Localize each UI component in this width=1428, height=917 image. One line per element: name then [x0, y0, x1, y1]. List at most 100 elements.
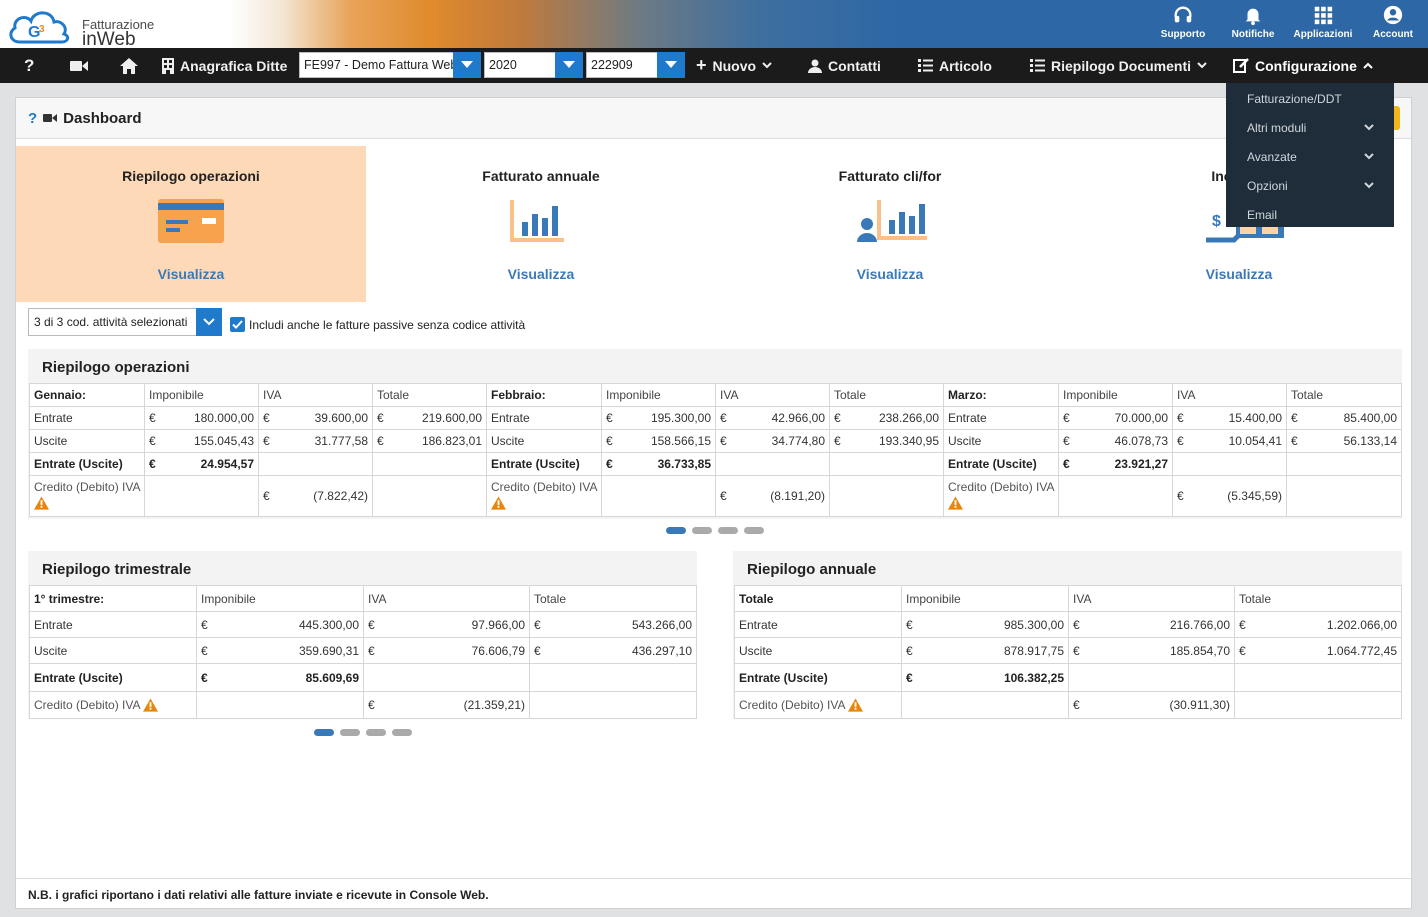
amount-cell: €445.300,00	[196, 611, 364, 638]
table-cell: Credito (Debito) IVA	[734, 691, 902, 719]
account-button[interactable]: Account	[1358, 0, 1428, 48]
amount-cell: €219.600,00	[372, 406, 487, 430]
home-button[interactable]	[120, 48, 138, 83]
table-cell: Totale	[1286, 383, 1402, 407]
credit-card-icon	[158, 199, 224, 243]
supporto-button[interactable]: Supporto	[1148, 0, 1218, 48]
table-cell	[196, 691, 364, 719]
riepilogo-annuale-section: Riepilogo annuale Totale Imponibile IVA Tot…	[733, 551, 1402, 719]
video-button[interactable]	[70, 48, 88, 83]
checkbox-checked-icon[interactable]	[230, 317, 245, 332]
table-row: 1° trimestre: Imponibile IVA Totale	[29, 585, 697, 612]
amount-cell: €31.777,58	[258, 429, 373, 453]
carousel-dot[interactable]	[366, 729, 386, 736]
articolo-button[interactable]: Articolo	[918, 48, 992, 83]
amount-cell: €46.078,73	[1058, 429, 1173, 453]
dropdown-item-fatturazione-ddt[interactable]: Fatturazione/DDT	[1226, 84, 1394, 113]
dropdown-item-avanzate[interactable]: Avanzate	[1226, 142, 1394, 171]
table-row-credito: Credito (Debito) IVA € (7.822,42) Credito (…	[29, 475, 1402, 517]
card-link[interactable]: Visualizza	[715, 266, 1065, 282]
nuovo-menu[interactable]: + Nuovo	[696, 48, 772, 83]
amount-cell: € (7.822,42)	[258, 475, 373, 517]
amount-cell: €36.733,85	[601, 452, 716, 476]
table-cell: Uscite	[29, 637, 197, 664]
video-camera-icon[interactable]	[43, 113, 58, 123]
table-cell: Entrate	[734, 611, 902, 638]
card-link[interactable]: Visualizza	[16, 266, 366, 282]
chevron-down-icon	[1364, 182, 1374, 189]
card-riepilogo-operazioni[interactable]: Riepilogo operazioni Visualizza	[16, 146, 366, 302]
notifiche-button[interactable]: Notifiche	[1218, 0, 1288, 48]
include-passive-checkbox[interactable]: Includi anche le fatture passive senza c…	[230, 317, 525, 332]
card-fatturato-annuale[interactable]: Fatturato annuale Visualizza	[366, 146, 716, 302]
dropdown-item-label: Email	[1247, 207, 1278, 222]
chevron-down-icon[interactable]	[657, 52, 685, 78]
dropdown-item-email[interactable]: Email	[1226, 200, 1394, 229]
contatti-button[interactable]: Contatti	[808, 48, 881, 83]
anagrafica-ditte-button[interactable]: Anagrafica Ditte	[162, 48, 287, 83]
chevron-down-icon[interactable]	[555, 52, 583, 78]
warning-icon	[948, 496, 963, 510]
table-cell	[144, 475, 259, 517]
dropdown-item-opzioni[interactable]: Opzioni	[1226, 171, 1394, 200]
carousel-dot[interactable]	[718, 527, 738, 534]
amount-cell: €85.400,00	[1286, 406, 1402, 430]
riepilogo-trimestrale-section: Riepilogo trimestrale 1° trimestre: Impon…	[28, 551, 697, 719]
card-link[interactable]: Visualizza	[366, 266, 716, 282]
table-row: Totale Imponibile IVA Totale	[734, 585, 1402, 612]
attivita-filter-select[interactable]: 3 di 3 cod. attività selezionati	[28, 308, 222, 336]
table-cell: Credito (Debito) IVA	[29, 691, 197, 719]
chevron-down-icon[interactable]	[196, 308, 222, 336]
table-cell	[529, 691, 697, 719]
card-link[interactable]: Visualizza	[1064, 266, 1414, 282]
carousel-dot[interactable]	[392, 729, 412, 736]
riepilogo-documenti-menu[interactable]: Riepilogo Documenti	[1030, 48, 1207, 83]
table-cell	[829, 475, 944, 517]
amount-cell: €97.966,00	[363, 611, 530, 638]
chevron-down-icon[interactable]	[453, 52, 481, 78]
dropdown-item-label: Fatturazione/DDT	[1247, 91, 1342, 106]
amount-cell: €1.064.772,45	[1234, 637, 1402, 664]
video-camera-icon	[70, 60, 88, 71]
carousel-dot[interactable]	[666, 527, 686, 534]
user-icon	[808, 59, 822, 73]
carousel-dot[interactable]	[692, 527, 712, 534]
table-cell: Totale	[372, 383, 487, 407]
configurazione-menu[interactable]: Configurazione	[1233, 48, 1373, 83]
table-cell: 1° trimestre:	[29, 585, 197, 612]
table-row: Entrate €985.300,00 €216.766,00 €1.202.066,…	[734, 611, 1402, 638]
amount-cell: €543.266,00	[529, 611, 697, 638]
svg-text:$: $	[1212, 213, 1221, 230]
carousel-dot[interactable]	[744, 527, 764, 534]
applicazioni-button[interactable]: Applicazioni	[1288, 0, 1358, 48]
logo[interactable]: G 3 Fatturazione inWeb	[6, 4, 176, 50]
table-cell: Entrate	[29, 406, 145, 430]
notifiche-label: Notifiche	[1231, 29, 1275, 40]
filter-value: 3 di 3 cod. attività selezionati	[34, 315, 188, 329]
nuovo-label: Nuovo	[712, 57, 757, 74]
table-cell	[829, 452, 944, 476]
dropdown-item-label: Avanzate	[1247, 149, 1297, 164]
card-title: Fatturato cli/for	[838, 168, 942, 184]
carousel-dot[interactable]	[314, 729, 334, 736]
code-select[interactable]: 222909	[586, 52, 685, 78]
help-button[interactable]: ?	[24, 48, 34, 83]
table-cell	[601, 475, 716, 517]
carousel-dot[interactable]	[340, 729, 360, 736]
amount-cell: €185.854,70	[1068, 637, 1235, 664]
table-cell: Imponibile	[196, 585, 364, 612]
table-row-uscite: Uscite €155.045,43 €31.777,58 €186.823,01 Us…	[29, 429, 1402, 453]
annuale-table: Totale Imponibile IVA Totale Entrate €985.300…	[734, 585, 1402, 719]
table-cell: Credito (Debito) IVA	[29, 475, 145, 517]
help-icon[interactable]: ?	[28, 110, 37, 127]
carousel-dots-operazioni	[666, 527, 764, 534]
amount-cell: €39.600,00	[258, 406, 373, 430]
dropdown-item-altri-moduli[interactable]: Altri moduli	[1226, 113, 1394, 142]
amount-cell: € (21.359,21)	[363, 691, 530, 719]
card-fatturato-cli-for[interactable]: Fatturato cli/for Visualizza	[715, 146, 1065, 302]
warning-icon	[143, 698, 159, 712]
configurazione-dropdown: Fatturazione/DDT Altri moduli Avanzate Opzi…	[1226, 83, 1394, 227]
year-select[interactable]: 2020	[484, 52, 583, 78]
amount-cell: €359.690,31	[196, 637, 364, 664]
ditta-select[interactable]: FE997 - Demo Fattura Web	[299, 52, 481, 78]
